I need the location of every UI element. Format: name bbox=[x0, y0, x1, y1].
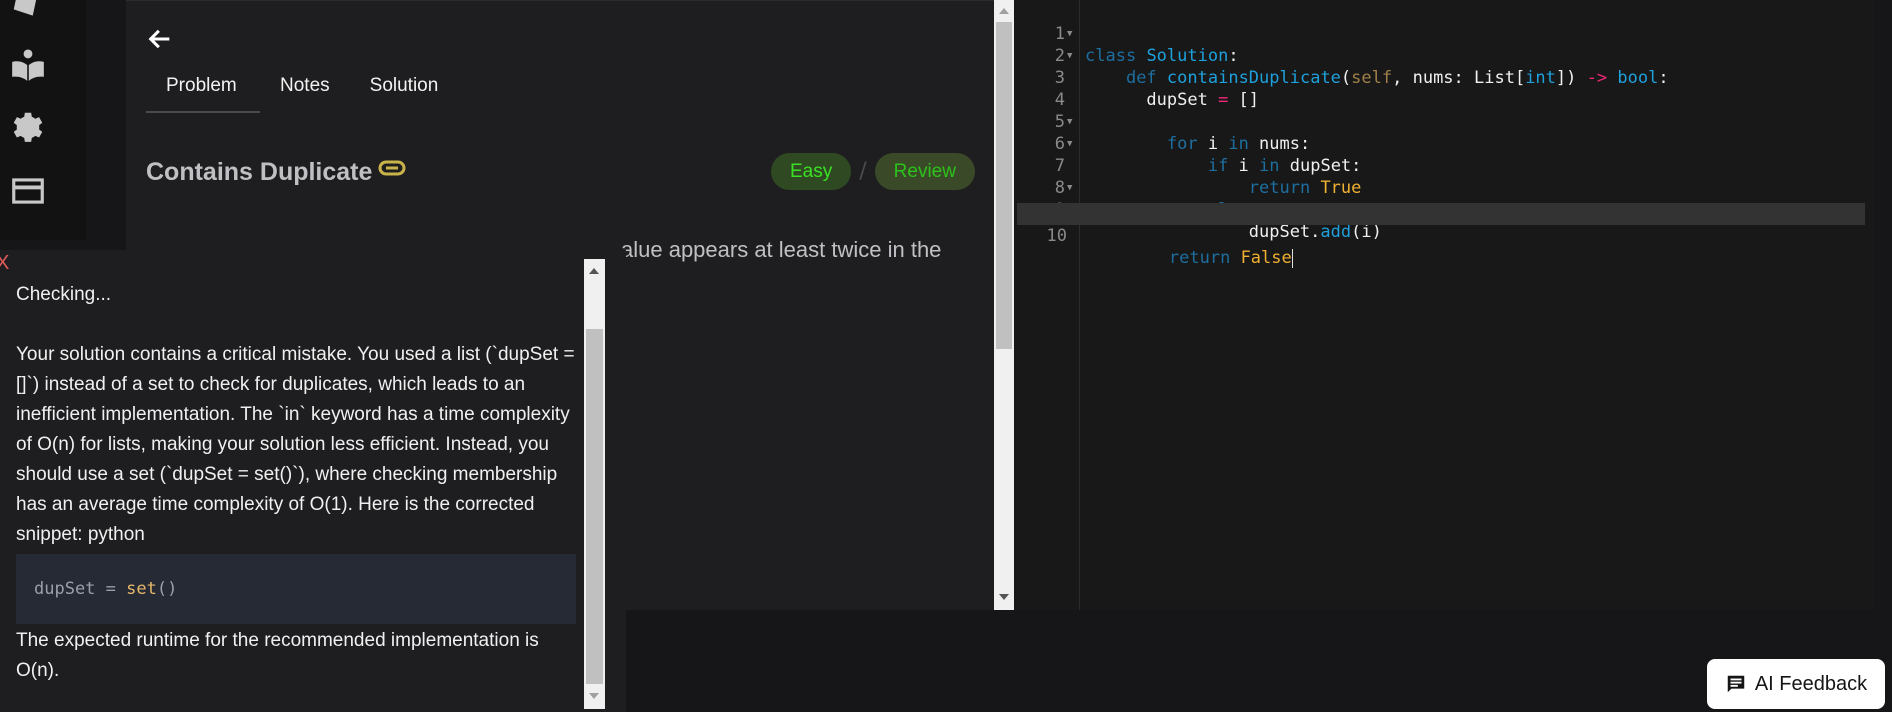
scrollbar-thumb[interactable] bbox=[586, 329, 603, 684]
feedback-popup: X Checking... Your solution contains a c… bbox=[0, 250, 626, 712]
code-line[interactable]: 5 ▼ for i in nums: bbox=[1015, 89, 1865, 154]
scroll-up-arrow-icon[interactable] bbox=[589, 268, 599, 274]
code-line[interactable]: 8▼ else: bbox=[1015, 155, 1865, 220]
code-line[interactable]: 1 ▼ class Solution: bbox=[1015, 1, 1865, 66]
snippet-function: set bbox=[126, 579, 157, 599]
feedback-scrollbar[interactable] bbox=[584, 259, 605, 709]
code-line[interactable]: 2 ▼ def containsDuplicate(self, nums: Lis… bbox=[1015, 23, 1865, 88]
scroll-up-arrow-icon[interactable] bbox=[999, 8, 1009, 14]
code-line[interactable]: 3 dupSet = [] bbox=[1015, 45, 1865, 110]
code-line[interactable]: 6 ▼ if i in dupSet: bbox=[1015, 111, 1865, 176]
feedback-message: Your solution contains a critical mistak… bbox=[16, 344, 575, 545]
code-line[interactable]: 7 return True bbox=[1015, 133, 1865, 198]
difficulty-badge: Easy bbox=[771, 153, 852, 190]
cards-icon[interactable] bbox=[9, 0, 47, 22]
code-line[interactable]: 9 dupSet.add(i) bbox=[1015, 177, 1865, 242]
scroll-down-arrow-icon[interactable] bbox=[589, 693, 599, 699]
credit-card-icon[interactable] bbox=[9, 172, 47, 210]
chat-bubble-icon bbox=[1727, 675, 1745, 693]
code-snippet: dupSet = set() bbox=[16, 554, 576, 624]
scrollbar-thumb[interactable] bbox=[996, 22, 1012, 349]
code-line-active[interactable]: 10 return False bbox=[1017, 203, 1865, 268]
snippet-parens: () bbox=[156, 579, 178, 599]
badge-separator: / bbox=[859, 159, 867, 184]
code-line[interactable]: 4 bbox=[1015, 67, 1865, 110]
snippet-variable: dupSet = bbox=[34, 579, 127, 599]
feedback-runtime-note: The expected runtime for the recommended… bbox=[16, 630, 539, 681]
checking-status: Checking... bbox=[16, 284, 112, 305]
close-button[interactable]: X bbox=[0, 252, 9, 275]
tab-notes[interactable]: Notes bbox=[260, 69, 350, 113]
problem-badges: Easy / Review bbox=[771, 153, 975, 190]
back-button[interactable] bbox=[146, 25, 174, 53]
tab-problem[interactable]: Problem bbox=[146, 69, 260, 113]
problem-title: Contains Duplicate bbox=[146, 158, 373, 186]
status-badge[interactable]: Review bbox=[874, 153, 975, 190]
gear-icon[interactable] bbox=[9, 108, 47, 146]
ai-feedback-button[interactable]: AI Feedback bbox=[1707, 659, 1885, 709]
link-icon[interactable] bbox=[378, 159, 406, 177]
problem-tabs: Problem Notes Solution bbox=[146, 69, 458, 113]
line-number: 10 bbox=[1046, 226, 1067, 246]
problem-panel-scrollbar[interactable] bbox=[994, 0, 1014, 610]
reading-icon[interactable] bbox=[9, 46, 47, 84]
scroll-down-arrow-icon[interactable] bbox=[999, 594, 1009, 600]
code-editor[interactable]: 1 ▼ class Solution: 2 ▼ def containsDuplic… bbox=[1015, 0, 1875, 610]
left-sidebar bbox=[0, 0, 86, 240]
feedback-content: Checking... Your solution contains a cri… bbox=[16, 280, 576, 686]
tab-solution[interactable]: Solution bbox=[350, 69, 459, 113]
text-cursor bbox=[1291, 248, 1293, 268]
problem-description-line: alue appears at least twice in the bbox=[621, 237, 942, 262]
arrow-left-icon bbox=[148, 29, 170, 49]
ai-feedback-label: AI Feedback bbox=[1754, 672, 1868, 695]
